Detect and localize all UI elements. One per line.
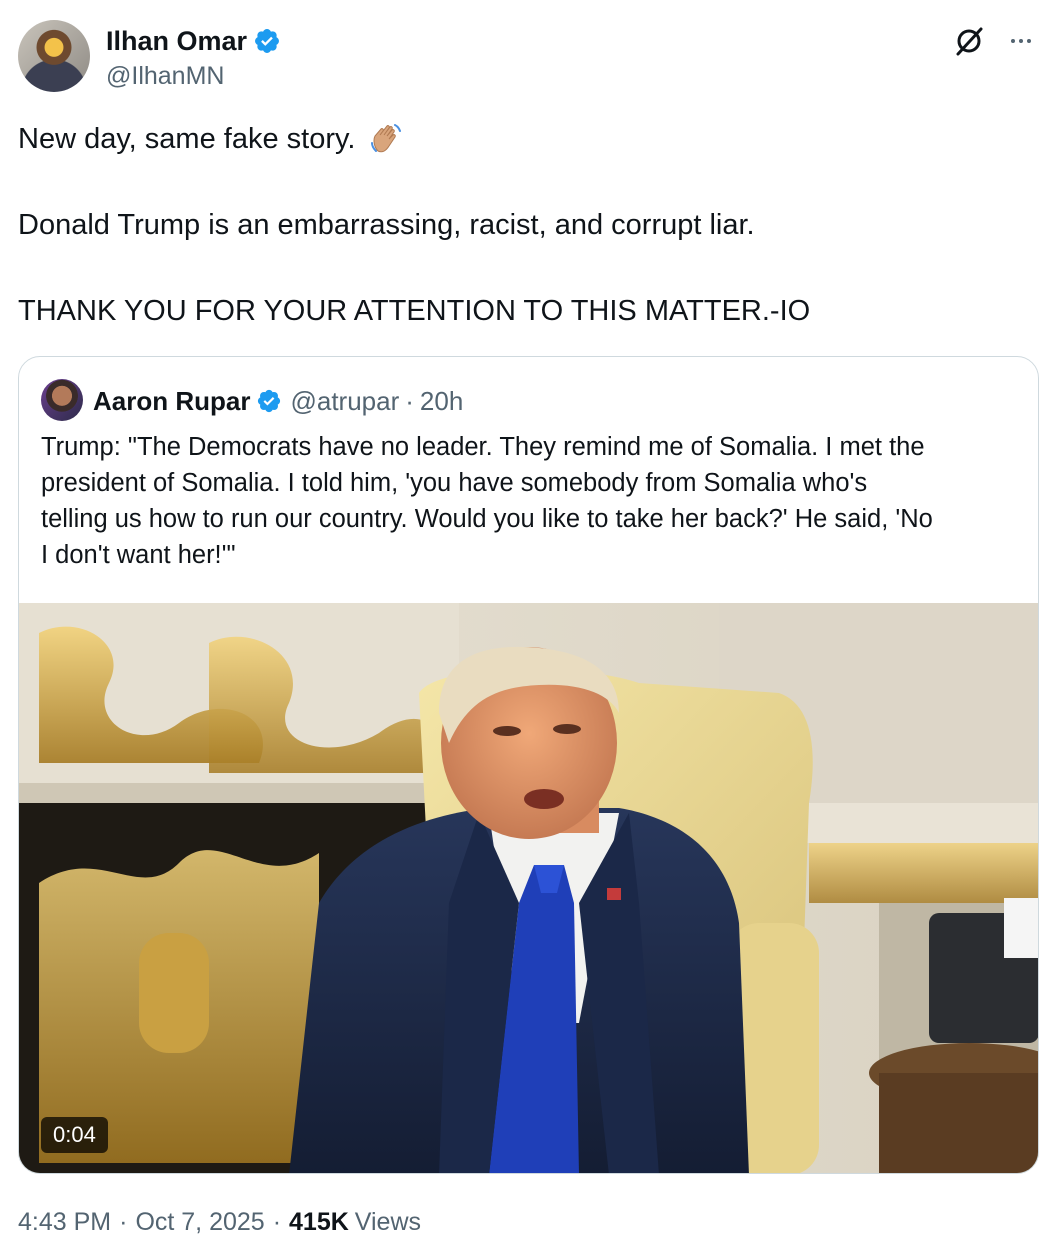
views-count[interactable]: 415K [289,1208,349,1237]
quoted-text-line: Trump: "The Democrats have no leader. Th… [41,433,925,461]
author-avatar[interactable] [18,20,90,92]
author-display-name[interactable]: Ilhan Omar [106,26,247,57]
author-name-row: Ilhan Omar [106,24,281,58]
tweet-line-3: THANK YOU FOR YOUR ATTENTION TO THIS MAT… [18,295,811,327]
author-handle[interactable]: @IlhanMN [106,62,224,91]
video-frame [19,603,1038,1173]
separator-dot: · [119,1207,128,1236]
grok-icon[interactable] [952,24,986,58]
tweet-footer: 4:43 PM · Oct 7, 2025 · 415K Views [18,1204,421,1240]
quoted-text-line: telling us how to run our country. Would… [41,505,933,533]
separator-dot: · [272,1207,282,1236]
quoted-tweet-text: Trump: "The Democrats have no leader. Th… [41,429,1016,573]
tweet-line-2: Donald Trump is an embarrassing, racist,… [18,209,755,241]
waving-hand-icon [371,124,402,153]
verified-badge-icon [258,389,281,413]
views-label: Views [354,1207,422,1236]
verified-badge-icon [255,29,280,53]
quoted-tweet-time[interactable]: 20h [420,386,463,417]
quoted-tweet-card[interactable]: Aaron Rupar @atrupar · 20h Trump: "The D… [18,356,1039,1174]
tweet-header: Ilhan Omar @IlhanMN [18,20,1040,96]
video-duration-badge: 0:04 [41,1117,108,1153]
quoted-tweet-header: Aaron Rupar @atrupar · 20h [93,381,463,421]
tweet-time[interactable]: 4:43 PM [18,1208,111,1237]
separator-dot: · [405,385,414,416]
tweet-text: New day, same fake story. Donald Trump i… [18,118,1038,333]
tweet-line-1: New day, same fake story. [18,118,1038,161]
quoted-author-avatar[interactable] [41,379,83,421]
quoted-text-line: I don't want her!'" [41,541,236,569]
quoted-author-name[interactable]: Aaron Rupar [93,386,250,417]
quoted-author-handle[interactable]: @atrupar [290,386,399,417]
quoted-text-line: president of Somalia. I told him, 'you h… [41,469,868,497]
tweet-date[interactable]: Oct 7, 2025 [135,1208,264,1237]
video-player[interactable]: 0:04 [19,603,1038,1173]
more-options-icon[interactable] [1004,24,1038,58]
